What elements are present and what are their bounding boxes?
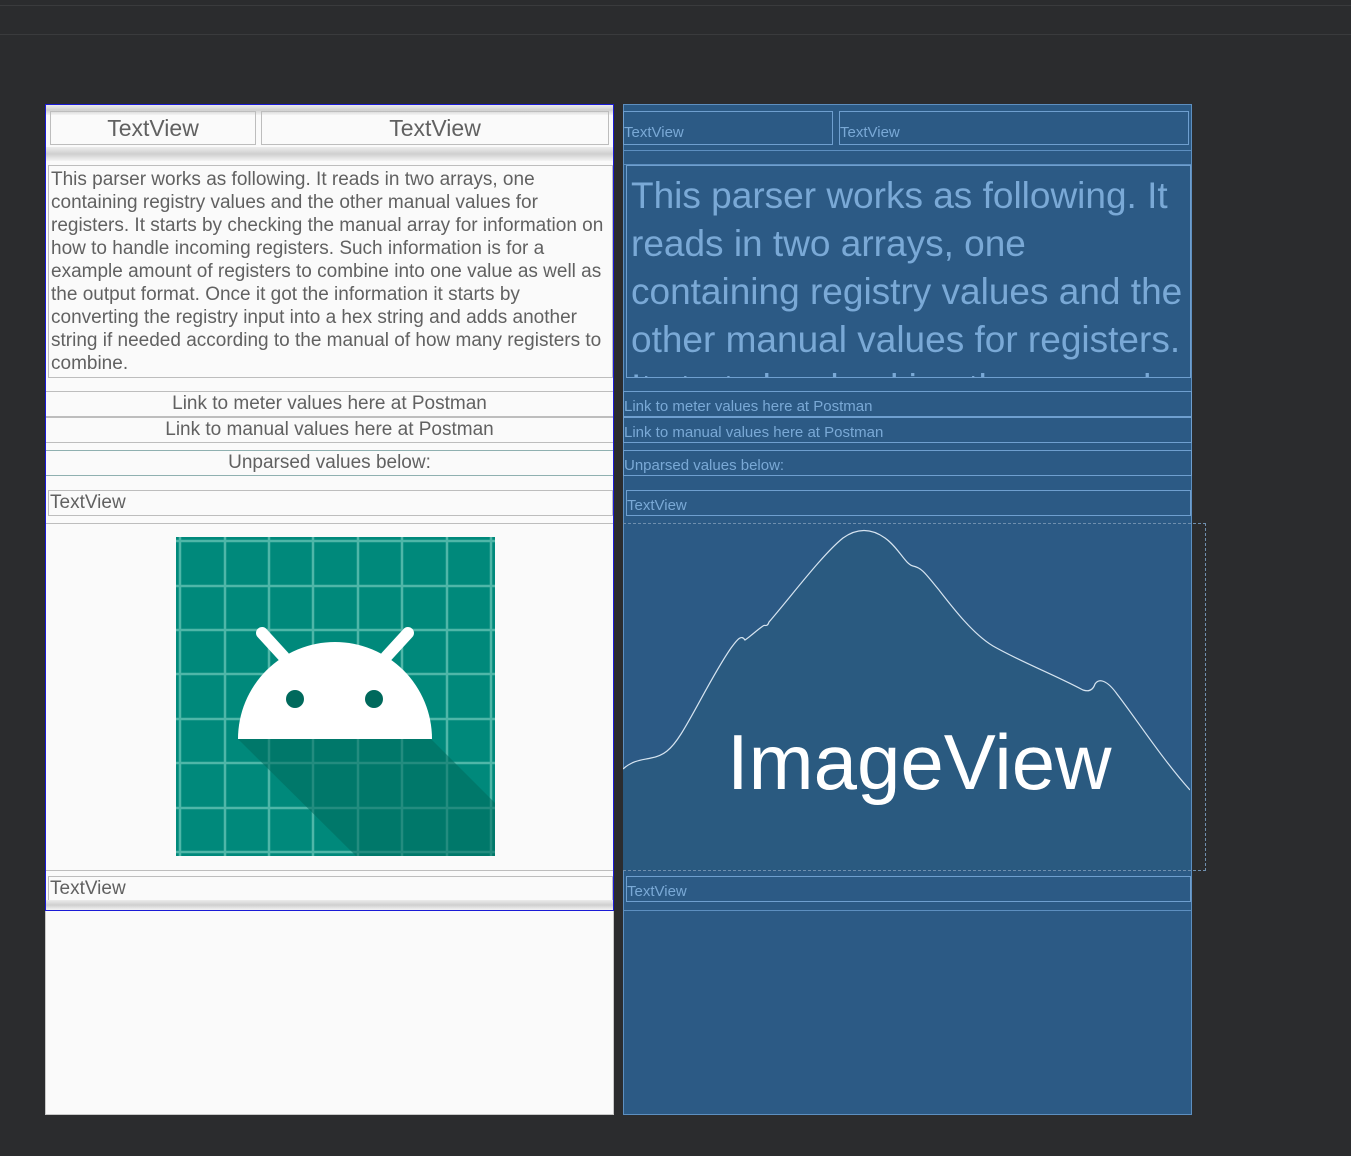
blueprint-unparsed-textview[interactable]: TextView xyxy=(626,490,1191,516)
mountain-placeholder-icon xyxy=(623,529,1190,870)
imageview-label: ImageView xyxy=(727,718,1112,806)
blueprint-surface[interactable]: TextView TextView This parser works as f… xyxy=(623,104,1206,1115)
toolbar-divider xyxy=(0,5,1351,6)
blueprint-root-bottom-edge xyxy=(623,910,1192,911)
selected-layout-outline xyxy=(45,104,614,911)
blueprint-description-text[interactable]: This parser works as following. It reads… xyxy=(626,165,1191,378)
blueprint-spacer xyxy=(623,151,1192,165)
blueprint-header-textview-right[interactable]: TextView xyxy=(839,111,1189,145)
blueprint-header-textview-left[interactable]: TextView xyxy=(623,111,833,145)
blueprint-bottom-textview[interactable]: TextView xyxy=(626,876,1191,902)
blueprint-image-view[interactable]: ImageView xyxy=(623,523,1206,871)
blueprint-meter-values-link[interactable]: Link to meter values here at Postman xyxy=(623,391,1192,417)
blueprint-manual-values-link[interactable]: Link to manual values here at Postman xyxy=(623,417,1192,443)
blueprint-unparsed-label[interactable]: Unparsed values below: xyxy=(623,450,1192,476)
